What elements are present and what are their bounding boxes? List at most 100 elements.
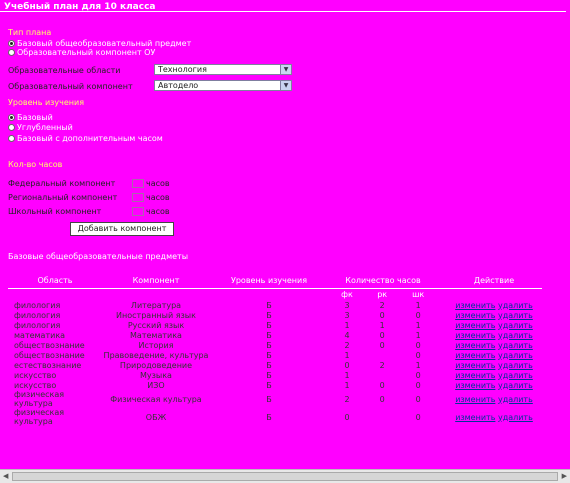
radio-button-icon[interactable]: [8, 114, 15, 121]
cell-area: физическая культура: [14, 390, 65, 408]
table-heading: Базовые общеобразовательные предметы: [8, 252, 189, 261]
scroll-right-icon[interactable]: ▶: [562, 472, 567, 480]
edit-link[interactable]: изменить: [455, 351, 495, 360]
scroll-left-icon[interactable]: ◀: [3, 472, 8, 480]
edit-link[interactable]: изменить: [455, 361, 495, 370]
table-subheader-row: фк рк шк: [8, 288, 550, 300]
horizontal-scrollbar[interactable]: ◀ ▶: [0, 469, 570, 483]
study-level-option-label: Базовый: [17, 113, 53, 122]
delete-link[interactable]: удалить: [498, 331, 533, 340]
radio-button-icon[interactable]: [8, 124, 15, 131]
chevron-down-icon[interactable]: ▼: [280, 81, 291, 90]
cell-hours-fk: 1: [344, 320, 350, 330]
table-row: филология Иностранный язык Б 3 0 0 изменить уд…: [8, 310, 550, 320]
column-header-hours: Количество часов: [345, 275, 421, 285]
column-header-component: Компонент: [132, 275, 180, 285]
study-level-option-advanced[interactable]: Углубленный: [8, 123, 73, 132]
cell-hours-fk: 1: [344, 370, 350, 380]
plan-type-heading: Тип плана: [8, 28, 52, 37]
delete-link[interactable]: удалить: [498, 311, 533, 320]
cell-component: Литература: [130, 300, 182, 310]
edit-link[interactable]: изменить: [455, 331, 495, 340]
study-level-option-base[interactable]: Базовый: [8, 113, 53, 122]
cell-hours-shk: 0: [415, 370, 421, 380]
cell-hours-shk: 1: [415, 330, 421, 340]
page-title: Учебный план для 10 класса: [0, 0, 566, 12]
area-select[interactable]: Технология ▼: [154, 64, 292, 75]
delete-link[interactable]: удалить: [498, 351, 533, 360]
scrollbar-thumb[interactable]: [12, 472, 558, 481]
area-field-label: Образовательные области: [8, 66, 121, 75]
cell-level: Б: [266, 350, 272, 360]
cell-level: Б: [266, 300, 272, 310]
cell-hours-shk: 0: [415, 394, 421, 404]
cell-hours-fk: 1: [344, 350, 350, 360]
edit-link[interactable]: изменить: [455, 341, 495, 350]
cell-hours-rk: [366, 408, 398, 426]
delete-link[interactable]: удалить: [498, 361, 533, 370]
federal-hours-label: Федеральный компонент: [8, 179, 116, 188]
cell-actions: изменить удалить: [438, 300, 550, 310]
plan-type-option-base[interactable]: Базовый общеобразовательный предмет: [8, 39, 191, 48]
table-row: филология Русский язык Б 1 1 1 изменить удалит…: [8, 320, 550, 330]
plan-type-option-label: Образовательный компонент ОУ: [17, 48, 156, 57]
edit-link[interactable]: изменить: [455, 311, 495, 320]
cell-hours-shk: 1: [415, 320, 421, 330]
delete-link[interactable]: удалить: [498, 413, 533, 422]
table-row: искусство Музыка Б 1 0 изменить удалить: [8, 370, 550, 380]
subheader-rk: рк: [377, 289, 388, 299]
cell-area: филология: [14, 310, 61, 320]
delete-link[interactable]: удалить: [498, 395, 533, 404]
plan-type-option-label: Базовый общеобразовательный предмет: [17, 39, 192, 48]
component-select[interactable]: Автодело ▼: [154, 80, 292, 91]
delete-link[interactable]: удалить: [498, 381, 533, 390]
cell-hours-rk: 0: [379, 380, 385, 390]
area-select-value: Технология: [158, 65, 207, 74]
cell-area: физическая культура: [14, 408, 65, 426]
cell-hours-shk: 0: [415, 310, 421, 320]
cell-component: Русский язык: [127, 320, 185, 330]
column-header-level: Уровень изучения: [230, 275, 308, 285]
edit-link[interactable]: изменить: [455, 371, 495, 380]
add-component-button[interactable]: Добавить компонент: [70, 222, 174, 236]
cell-actions: изменить удалить: [438, 370, 550, 380]
radio-button-icon[interactable]: [8, 40, 15, 47]
hours-heading: Кол-во часов: [8, 160, 63, 169]
cell-level: Б: [266, 310, 272, 320]
edit-link[interactable]: изменить: [455, 381, 495, 390]
federal-hours-input[interactable]: [132, 179, 144, 188]
cell-hours-fk: 0: [344, 412, 350, 422]
cell-area: обществознание: [14, 340, 85, 350]
school-hours-label: Школьный компонент: [8, 207, 102, 216]
cell-area: обществознание: [14, 350, 85, 360]
cell-hours-fk: 1: [344, 380, 350, 390]
cell-hours-rk: 0: [379, 394, 385, 404]
delete-link[interactable]: удалить: [498, 321, 533, 330]
federal-hours-unit: часов: [146, 179, 170, 188]
delete-link[interactable]: удалить: [498, 301, 533, 310]
plan-type-option-school[interactable]: Образовательный компонент ОУ: [8, 48, 155, 57]
regional-hours-input[interactable]: [132, 193, 144, 202]
cell-level: Б: [266, 320, 272, 330]
radio-button-icon[interactable]: [8, 135, 15, 142]
cell-hours-rk: [366, 350, 398, 360]
cell-hours-rk: 0: [379, 330, 385, 340]
edit-link[interactable]: изменить: [455, 413, 495, 422]
cell-hours-rk: 2: [379, 360, 385, 370]
cell-component: ИЗО: [147, 380, 165, 390]
delete-link[interactable]: удалить: [498, 341, 533, 350]
table-row: филология Литература Б 3 2 1 изменить удалить: [8, 300, 550, 310]
cell-actions: изменить удалить: [438, 408, 550, 426]
school-hours-input[interactable]: [132, 207, 144, 216]
subjects-table: Область Компонент Уровень изучения Колич…: [8, 272, 550, 427]
chevron-down-icon[interactable]: ▼: [280, 65, 291, 74]
edit-link[interactable]: изменить: [455, 395, 495, 404]
cell-hours-fk: 0: [344, 360, 350, 370]
cell-level: Б: [266, 394, 272, 404]
study-level-option-extra[interactable]: Базовый с дополнительным часом: [8, 134, 163, 143]
cell-area: искусство: [14, 370, 57, 380]
delete-link[interactable]: удалить: [498, 371, 533, 380]
edit-link[interactable]: изменить: [455, 321, 495, 330]
edit-link[interactable]: изменить: [455, 301, 495, 310]
radio-button-icon[interactable]: [8, 49, 15, 56]
